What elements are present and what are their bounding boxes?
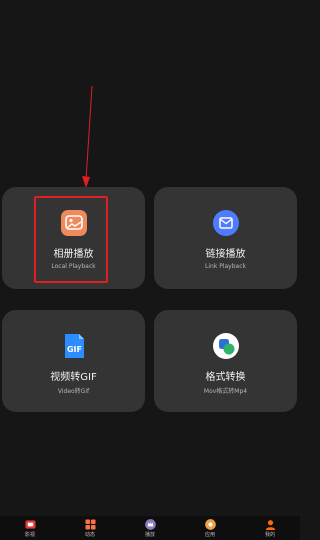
tab-label: 动态 <box>84 532 95 538</box>
profile-icon <box>265 520 275 530</box>
link-playback-card[interactable]: 链接播放 Link Playback <box>154 187 297 289</box>
tab-label: 影视 <box>24 532 35 538</box>
card-title: 格式转换 <box>205 372 246 383</box>
tab-label: 我的 <box>264 532 275 538</box>
tab-film[interactable]: 影视 <box>0 516 60 540</box>
bottom-tab-bar: 影视 动态 播放 应用 我的 <box>0 516 300 540</box>
format-convert-icon <box>212 333 239 359</box>
video-to-gif-card[interactable]: GIF 视频转GIF Video转Gif <box>2 310 145 412</box>
tab-label: 播放 <box>144 532 155 538</box>
tab-profile[interactable]: 我的 <box>240 516 300 540</box>
tab-apps[interactable]: 应用 <box>180 516 240 540</box>
tab-label: 应用 <box>204 532 215 538</box>
gif-icon: GIF <box>64 334 84 358</box>
apps-icon <box>204 519 216 530</box>
card-subtitle: Video转Gif <box>57 388 90 395</box>
highlight-box <box>34 196 108 283</box>
tab-dynamic[interactable]: 动态 <box>60 516 120 540</box>
link-icon <box>212 210 239 236</box>
card-title: 视频转GIF <box>50 372 97 383</box>
card-title: 链接播放 <box>205 249 246 260</box>
grid-icon <box>84 519 96 530</box>
crown-icon <box>144 519 156 530</box>
card-subtitle: Mov格式转Mp4 <box>203 388 248 395</box>
tab-play[interactable]: 播放 <box>120 516 180 540</box>
format-convert-card[interactable]: 格式转换 Mov格式转Mp4 <box>154 310 297 412</box>
svg-text:GIF: GIF <box>66 345 81 354</box>
card-subtitle: Link Playback <box>205 263 246 270</box>
film-icon <box>24 520 36 529</box>
